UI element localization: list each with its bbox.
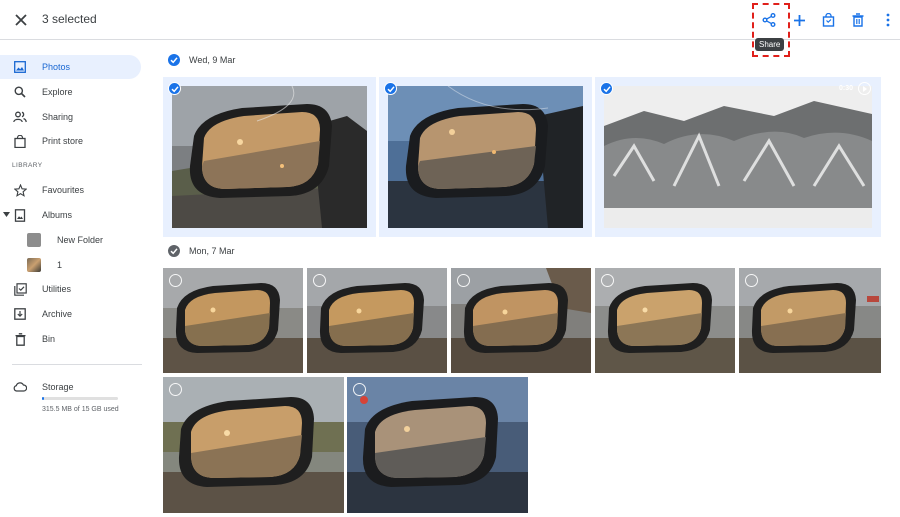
sidebar-item-label: Storage bbox=[42, 382, 74, 392]
select-checkbox[interactable] bbox=[457, 274, 470, 287]
sidebar-item-albums[interactable]: Albums bbox=[0, 203, 141, 227]
selected-check-icon[interactable] bbox=[168, 82, 181, 95]
order-photo-button[interactable] bbox=[818, 10, 838, 30]
album-label: New Folder bbox=[57, 235, 104, 245]
photo-mirror bbox=[172, 86, 367, 228]
select-checkbox[interactable] bbox=[169, 274, 182, 287]
shopping-bag-icon bbox=[13, 134, 27, 148]
sidebar-item-favourites[interactable]: Favourites bbox=[0, 178, 141, 202]
cloud-icon bbox=[13, 380, 27, 394]
sidebar-item-label: Photos bbox=[42, 62, 71, 72]
expand-arrow-icon[interactable] bbox=[3, 212, 10, 218]
close-selection-button[interactable] bbox=[10, 9, 32, 31]
date-group-header: Mon, 7 Mar bbox=[168, 245, 235, 257]
sidebar-item-label: Print store bbox=[42, 136, 84, 146]
select-checkbox[interactable] bbox=[169, 383, 182, 396]
photo-mirror bbox=[451, 268, 591, 373]
album-icon bbox=[13, 208, 27, 222]
video-snowy-trees bbox=[604, 86, 872, 228]
play-icon bbox=[858, 82, 871, 95]
photo-tile[interactable] bbox=[739, 268, 881, 373]
album-label: 1 bbox=[57, 260, 63, 270]
select-checkbox[interactable] bbox=[601, 274, 614, 287]
shopping-bag-icon bbox=[822, 13, 834, 27]
sidebar-item-label: Albums bbox=[42, 210, 73, 220]
group-select-checkbox[interactable] bbox=[168, 245, 180, 257]
album-thumbnail bbox=[27, 233, 41, 247]
image-icon bbox=[13, 60, 27, 74]
select-checkbox[interactable] bbox=[313, 274, 326, 287]
group-date-label: Wed, 9 Mar bbox=[189, 55, 236, 65]
sidebar-item-print-store[interactable]: Print store bbox=[0, 129, 141, 153]
sidebar-item-label: Sharing bbox=[42, 112, 74, 122]
storage-progress-fill bbox=[42, 397, 45, 400]
bin-icon bbox=[13, 332, 27, 346]
photo-tile[interactable] bbox=[451, 268, 591, 373]
photo-tile-selected[interactable] bbox=[163, 77, 376, 237]
photo-mirror bbox=[163, 377, 344, 513]
sidebar-item-sharing[interactable]: Sharing bbox=[0, 105, 141, 129]
more-options-button[interactable] bbox=[878, 10, 898, 30]
archive-icon bbox=[13, 307, 27, 321]
sidebar-item-photos[interactable]: Photos bbox=[0, 55, 141, 79]
plus-icon bbox=[793, 14, 805, 26]
sidebar-item-utilities[interactable]: Utilities bbox=[0, 277, 141, 301]
video-tile-selected[interactable]: 0:30 bbox=[595, 77, 881, 237]
photo-tile[interactable] bbox=[307, 268, 447, 373]
library-section-label: LIBRARY bbox=[12, 162, 43, 169]
photo-mirror bbox=[739, 268, 881, 373]
photo-tile[interactable] bbox=[595, 268, 735, 373]
delete-button[interactable] bbox=[848, 10, 868, 30]
select-checkbox[interactable] bbox=[353, 383, 366, 396]
star-icon bbox=[13, 183, 27, 197]
photo-mirror bbox=[307, 268, 447, 373]
photo-mirror bbox=[595, 268, 735, 373]
group-select-checkbox[interactable] bbox=[168, 54, 180, 66]
storage-usage-text: 315.5 MB of 15 GB used bbox=[42, 406, 119, 413]
date-group-header: Wed, 9 Mar bbox=[168, 54, 235, 66]
sidebar-item-label: Favourites bbox=[42, 185, 85, 195]
search-icon bbox=[13, 85, 27, 99]
utilities-icon bbox=[13, 282, 27, 296]
storage-progress-bar bbox=[42, 397, 118, 400]
check-icon bbox=[170, 248, 178, 255]
sidebar-divider bbox=[12, 364, 142, 365]
photo-mirror bbox=[347, 377, 528, 513]
sidebar: Photos Explore Sharing Print store LIBRA… bbox=[0, 41, 150, 517]
sidebar-item-storage[interactable]: Storage bbox=[0, 375, 141, 399]
video-duration: 0:30 bbox=[838, 85, 853, 92]
trash-icon bbox=[852, 13, 864, 27]
photo-tile[interactable] bbox=[347, 377, 528, 513]
photo-tile-selected[interactable] bbox=[379, 77, 592, 237]
sidebar-item-label: Utilities bbox=[42, 284, 72, 294]
selected-check-icon[interactable] bbox=[384, 82, 397, 95]
sidebar-item-label: Bin bbox=[42, 334, 56, 344]
album-item-new-folder[interactable]: New Folder bbox=[27, 230, 103, 250]
select-checkbox[interactable] bbox=[745, 274, 758, 287]
sidebar-item-archive[interactable]: Archive bbox=[0, 302, 141, 326]
more-vert-icon bbox=[886, 13, 890, 27]
sidebar-item-bin[interactable]: Bin bbox=[0, 327, 141, 351]
photo-mirror bbox=[388, 86, 583, 228]
sidebar-item-explore[interactable]: Explore bbox=[0, 80, 141, 104]
share-tooltip: Share bbox=[755, 38, 785, 51]
sidebar-item-label: Explore bbox=[42, 87, 73, 97]
album-item-1[interactable]: 1 bbox=[27, 255, 62, 275]
selected-check-icon[interactable] bbox=[600, 82, 613, 95]
add-to-button[interactable] bbox=[789, 10, 809, 30]
photo-mirror bbox=[163, 268, 303, 373]
people-icon bbox=[13, 110, 27, 124]
selected-count: 3 selected bbox=[42, 12, 97, 26]
sidebar-item-label: Archive bbox=[42, 309, 73, 319]
album-thumbnail bbox=[27, 258, 41, 272]
group-date-label: Mon, 7 Mar bbox=[189, 246, 235, 256]
photo-tile[interactable] bbox=[163, 268, 303, 373]
close-icon bbox=[15, 14, 27, 26]
check-icon bbox=[170, 57, 178, 64]
photo-tile[interactable] bbox=[163, 377, 344, 513]
